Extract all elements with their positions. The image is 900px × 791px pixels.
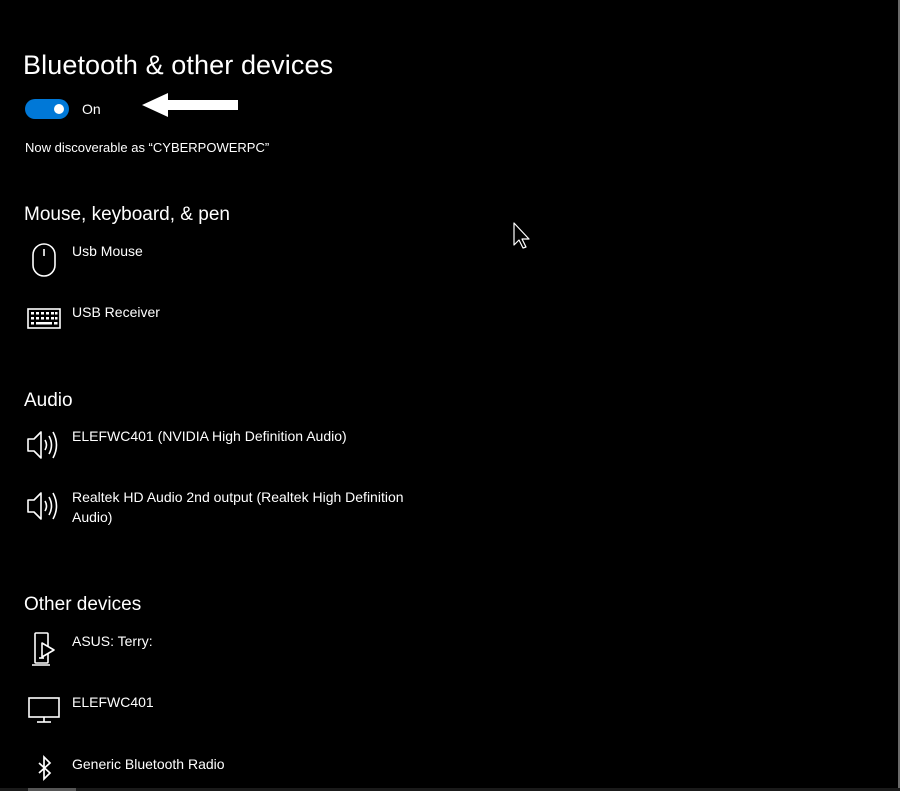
device-label: Usb Mouse [72, 243, 143, 259]
mouse-pointer-icon [513, 222, 530, 249]
speaker-icon [24, 426, 64, 466]
device-item-usb-mouse[interactable]: Usb Mouse [24, 241, 444, 281]
annotation-arrow-icon [142, 93, 238, 117]
media-device-icon [24, 631, 64, 671]
keyboard-icon [24, 302, 64, 342]
section-title-other-devices: Other devices [24, 594, 142, 615]
page-title: Bluetooth & other devices [23, 50, 334, 80]
device-label: ASUS: Terry: [72, 633, 153, 649]
settings-page: Bluetooth & other devices On Now discove… [0, 0, 900, 791]
mouse-icon [24, 241, 64, 281]
device-label: ELEFWC401 (NVIDIA High Definition Audio) [72, 428, 347, 444]
device-item-usb-receiver[interactable]: USB Receiver [24, 302, 444, 342]
section-title-audio: Audio [24, 390, 73, 411]
device-item-elefwc401[interactable]: ELEFWC401 [24, 692, 444, 732]
device-label: Realtek HD Audio 2nd output (Realtek Hig… [72, 489, 404, 525]
bluetooth-icon [24, 754, 64, 791]
discoverable-text: Now discoverable as “CYBERPOWERPC” [25, 140, 270, 155]
toggle-state-label: On [82, 101, 101, 117]
speaker-icon [24, 487, 64, 527]
device-item-realtek-audio[interactable]: Realtek HD Audio 2nd output (Realtek Hig… [24, 487, 444, 531]
bluetooth-toggle[interactable] [25, 99, 69, 119]
device-label: ELEFWC401 [72, 694, 154, 710]
device-item-generic-bluetooth-radio[interactable]: Generic Bluetooth Radio [24, 754, 444, 788]
device-item-nvidia-audio[interactable]: ELEFWC401 (NVIDIA High Definition Audio) [24, 426, 444, 466]
device-item-asus-terry[interactable]: ASUS: Terry: [24, 631, 444, 671]
toggle-knob [54, 104, 64, 114]
monitor-icon [24, 692, 64, 732]
section-title-mouse-keyboard-pen: Mouse, keyboard, & pen [24, 204, 230, 225]
device-label: Generic Bluetooth Radio [72, 756, 225, 772]
device-label: USB Receiver [72, 304, 160, 320]
